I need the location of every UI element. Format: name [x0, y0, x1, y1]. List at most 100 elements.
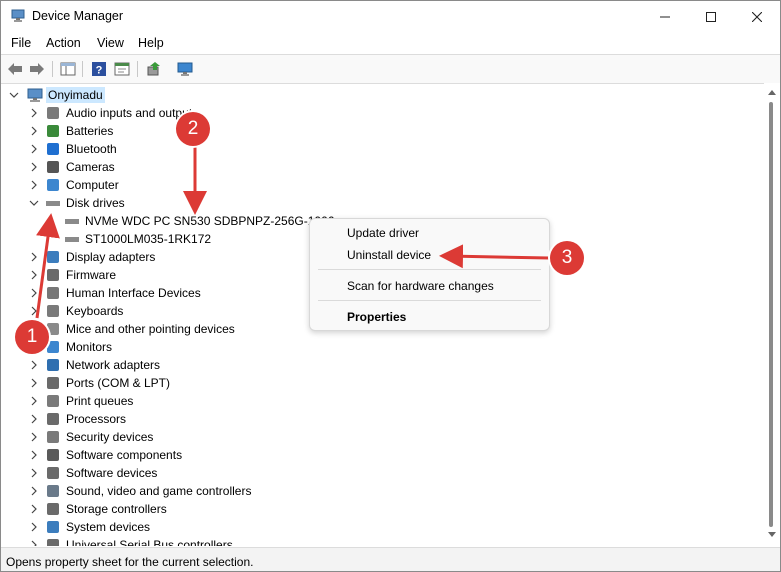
properties-button[interactable] [112, 59, 132, 79]
toolbar-separator [137, 61, 138, 77]
uninstall-device-menu-item[interactable]: Uninstall device [347, 248, 431, 262]
tree-category[interactable]: Processors [1, 410, 761, 428]
annotation-badge-3: 3 [550, 241, 584, 275]
chevron-right-icon[interactable] [29, 377, 39, 389]
bluetooth-icon [47, 143, 59, 155]
chevron-down-icon[interactable] [29, 197, 39, 209]
tree-root[interactable]: Onyimadu [1, 86, 761, 104]
tree-category[interactable]: Monitors [1, 338, 761, 356]
show-hide-console-button[interactable] [58, 59, 78, 79]
port-icon [47, 377, 59, 389]
scroll-up-icon[interactable] [768, 89, 776, 95]
scan-hardware-button[interactable] [175, 59, 195, 79]
camera-icon [47, 161, 59, 173]
properties-menu-item[interactable]: Properties [347, 310, 406, 324]
chevron-right-icon[interactable] [29, 143, 39, 155]
tree-category-label: Bluetooth [66, 142, 117, 156]
tree-category-label: Monitors [66, 340, 113, 354]
chevron-right-icon[interactable] [29, 125, 39, 137]
tree-category[interactable]: Computer [1, 176, 761, 194]
vertical-scrollbar[interactable] [764, 83, 780, 546]
tree-category[interactable]: Software components [1, 446, 761, 464]
tree-category[interactable]: Security devices [1, 428, 761, 446]
chip-icon [47, 269, 59, 281]
tree-category-label: Software devices [66, 466, 158, 480]
chevron-right-icon[interactable] [29, 503, 39, 515]
processor-icon [47, 413, 59, 425]
annotation-badge-2: 2 [176, 112, 210, 146]
tree-category[interactable]: Sound, video and game controllers [1, 482, 761, 500]
console-tree-icon [60, 62, 76, 76]
disk-drive-icon [46, 201, 60, 206]
tree-category-label: Display adapters [66, 250, 156, 264]
help-button[interactable]: ? [89, 59, 109, 79]
tree-category[interactable]: Storage controllers [1, 500, 761, 518]
update-driver-icon [147, 62, 160, 76]
chevron-right-icon[interactable] [29, 485, 39, 497]
forward-arrow-icon [30, 63, 44, 75]
tree-category-label: Mice and other pointing devices [66, 322, 235, 336]
chevron-right-icon[interactable] [29, 539, 39, 546]
tree-category[interactable]: Ports (COM & LPT) [1, 374, 761, 392]
chevron-right-icon[interactable] [29, 395, 39, 407]
tree-category[interactable]: Software devices [1, 464, 761, 482]
chevron-right-icon[interactable] [29, 413, 39, 425]
toolbar-separator [52, 61, 53, 77]
menu-view[interactable]: View [97, 36, 124, 50]
speaker-icon [47, 107, 59, 119]
chevron-right-icon[interactable] [29, 179, 39, 191]
device-manager-icon [11, 9, 25, 22]
chevron-right-icon[interactable] [29, 431, 39, 443]
tree-category-label: Disk drives [66, 196, 125, 210]
update-driver-button[interactable] [144, 59, 164, 79]
tree-category[interactable]: Cameras [1, 158, 761, 176]
toolbar-separator [82, 61, 83, 77]
menu-action[interactable]: Action [46, 36, 81, 50]
tree-category[interactable]: Batteries [1, 122, 761, 140]
chevron-right-icon[interactable] [29, 449, 39, 461]
tree-category-label: System devices [66, 520, 151, 534]
chevron-right-icon[interactable] [29, 287, 39, 299]
properties-icon [114, 62, 130, 76]
display-adapter-icon [47, 251, 59, 263]
chevron-right-icon[interactable] [29, 107, 39, 119]
computer-root-icon [27, 88, 43, 102]
chevron-right-icon[interactable] [29, 161, 39, 173]
tree-category-label: Ports (COM & LPT) [66, 376, 171, 390]
tree-category[interactable]: Audio inputs and outputs [1, 104, 761, 122]
disk-drive-label: NVMe WDC PC SN530 SDBPNPZ-256G-1006 [85, 214, 335, 228]
minimize-button[interactable] [642, 1, 688, 32]
toolbar: ? [1, 54, 780, 84]
status-bar: Opens property sheet for the current sel… [1, 547, 780, 571]
menu-help[interactable]: Help [138, 36, 164, 50]
tree-category[interactable]: Universal Serial Bus controllers [1, 536, 761, 546]
disk-drive-label: ST1000LM035-1RK172 [85, 232, 212, 246]
chevron-right-icon[interactable] [29, 359, 39, 371]
scrollbar-thumb[interactable] [769, 102, 773, 527]
sound-icon [47, 485, 59, 497]
scan-hardware-menu-item[interactable]: Scan for hardware changes [347, 279, 494, 293]
disk-drive-icon [65, 237, 79, 242]
chevron-right-icon[interactable] [29, 521, 39, 533]
battery-icon [47, 125, 59, 137]
tree-category[interactable]: Print queues [1, 392, 761, 410]
maximize-button[interactable] [688, 1, 734, 32]
tree-category[interactable]: System devices [1, 518, 761, 536]
update-driver-menu-item[interactable]: Update driver [347, 226, 419, 240]
tree-category[interactable]: Disk drives [1, 194, 761, 212]
keyboard-icon [47, 305, 59, 317]
tree-category[interactable]: Bluetooth [1, 140, 761, 158]
back-arrow-icon [8, 63, 22, 75]
back-button[interactable] [5, 59, 25, 79]
tree-category[interactable]: Network adapters [1, 356, 761, 374]
tree-category-label: Security devices [66, 430, 154, 444]
tree-category-label: Storage controllers [66, 502, 167, 516]
menu-file[interactable]: File [11, 36, 31, 50]
scroll-down-icon[interactable] [768, 532, 776, 538]
chevron-right-icon[interactable] [29, 269, 39, 281]
chevron-right-icon[interactable] [29, 251, 39, 263]
forward-button[interactable] [27, 59, 47, 79]
close-button[interactable] [734, 1, 780, 32]
chevron-right-icon[interactable] [29, 467, 39, 479]
chevron-right-icon[interactable] [29, 305, 39, 317]
